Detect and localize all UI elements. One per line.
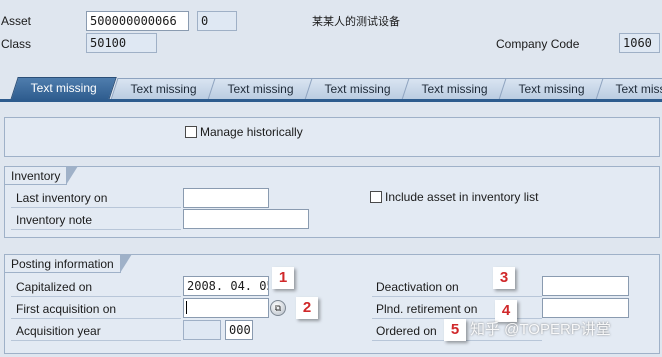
text-cursor bbox=[186, 301, 187, 314]
deactivation-field[interactable] bbox=[542, 276, 629, 296]
manage-historically-checkbox[interactable] bbox=[185, 126, 197, 138]
company-code-label: Company Code bbox=[496, 37, 580, 51]
class-label: Class bbox=[1, 37, 32, 51]
posting-group: Posting information Capitalized on 2008.… bbox=[4, 254, 660, 354]
asset-subnumber-field[interactable]: 0 bbox=[197, 11, 237, 31]
inventory-group: Inventory Last inventory on Include asse… bbox=[4, 166, 660, 238]
tab-label: Text missing bbox=[324, 82, 391, 96]
value-help-icon[interactable]: ⧉ bbox=[270, 300, 286, 316]
tab-label: Text missing bbox=[518, 82, 585, 96]
tab-underline bbox=[0, 99, 662, 102]
capitalized-label: Capitalized on bbox=[16, 280, 93, 294]
class-field[interactable]: 50100 bbox=[86, 33, 157, 53]
annotation-badge-2: 2 bbox=[296, 297, 318, 319]
last-inventory-field[interactable] bbox=[183, 188, 269, 208]
tab-label: Text missing bbox=[421, 82, 488, 96]
general-panel: Manage historically bbox=[4, 117, 660, 157]
annotation-badge-5: 5 bbox=[444, 319, 466, 341]
include-inventory-label: Include asset in inventory list bbox=[385, 190, 539, 204]
deactivation-label: Deactivation on bbox=[376, 280, 459, 294]
company-code-field[interactable]: 1060 bbox=[619, 33, 660, 53]
planned-retirement-label: Plnd. retirement on bbox=[376, 302, 478, 316]
asset-label: Asset bbox=[1, 14, 32, 28]
tab-origin[interactable]: Text missing bbox=[304, 78, 411, 100]
planned-retirement-field[interactable] bbox=[542, 298, 629, 318]
inventory-note-label: Inventory note bbox=[16, 213, 93, 227]
tab-strip: Text missing Text missing Text missing T… bbox=[0, 74, 662, 100]
last-inventory-label: Last inventory on bbox=[16, 191, 108, 205]
tab-time-dependent[interactable]: Text missing bbox=[110, 78, 217, 100]
tab-insurance[interactable]: Text missing bbox=[498, 78, 605, 100]
tab-net-worth[interactable]: Text missing bbox=[401, 78, 508, 100]
ordered-on-label: Ordered on bbox=[376, 324, 437, 338]
acquisition-year-field[interactable] bbox=[183, 320, 221, 340]
tab-label: Text missing bbox=[227, 82, 294, 96]
tab-leasing[interactable]: Text missing bbox=[595, 78, 662, 100]
acquisition-year-label: Acquisition year bbox=[16, 324, 101, 338]
tab-label: Text missing bbox=[615, 82, 662, 96]
manage-historically-label: Manage historically bbox=[200, 125, 303, 139]
capitalized-field[interactable]: 2008. 04. 05 bbox=[183, 276, 269, 296]
annotation-badge-3: 3 bbox=[493, 267, 515, 289]
tab-label: Text missing bbox=[130, 82, 197, 96]
annotation-badge-1: 1 bbox=[272, 267, 294, 289]
inventory-group-title: Inventory bbox=[5, 166, 79, 185]
row-separator bbox=[11, 318, 181, 319]
row-separator bbox=[11, 340, 181, 341]
include-inventory-checkbox[interactable] bbox=[370, 191, 382, 203]
watermark: 知乎 @TOPERP讲堂 bbox=[470, 321, 611, 338]
first-acquisition-field[interactable] bbox=[183, 298, 269, 318]
row-separator bbox=[11, 296, 181, 297]
tab-allocations[interactable]: Text missing bbox=[207, 78, 314, 100]
inventory-note-field[interactable] bbox=[183, 209, 309, 229]
row-separator bbox=[11, 229, 181, 230]
asset-number-field[interactable]: 500000000066 bbox=[86, 11, 189, 31]
row-separator bbox=[372, 296, 542, 297]
acquisition-period-field[interactable]: 000 bbox=[225, 320, 253, 340]
asset-description: 某某人的测试设备 bbox=[312, 15, 400, 28]
posting-group-title: Posting information bbox=[5, 254, 132, 273]
tab-label: Text missing bbox=[30, 81, 97, 95]
row-separator bbox=[11, 207, 181, 208]
tab-general[interactable]: Text missing bbox=[10, 77, 117, 100]
first-acquisition-label: First acquisition on bbox=[16, 302, 117, 316]
